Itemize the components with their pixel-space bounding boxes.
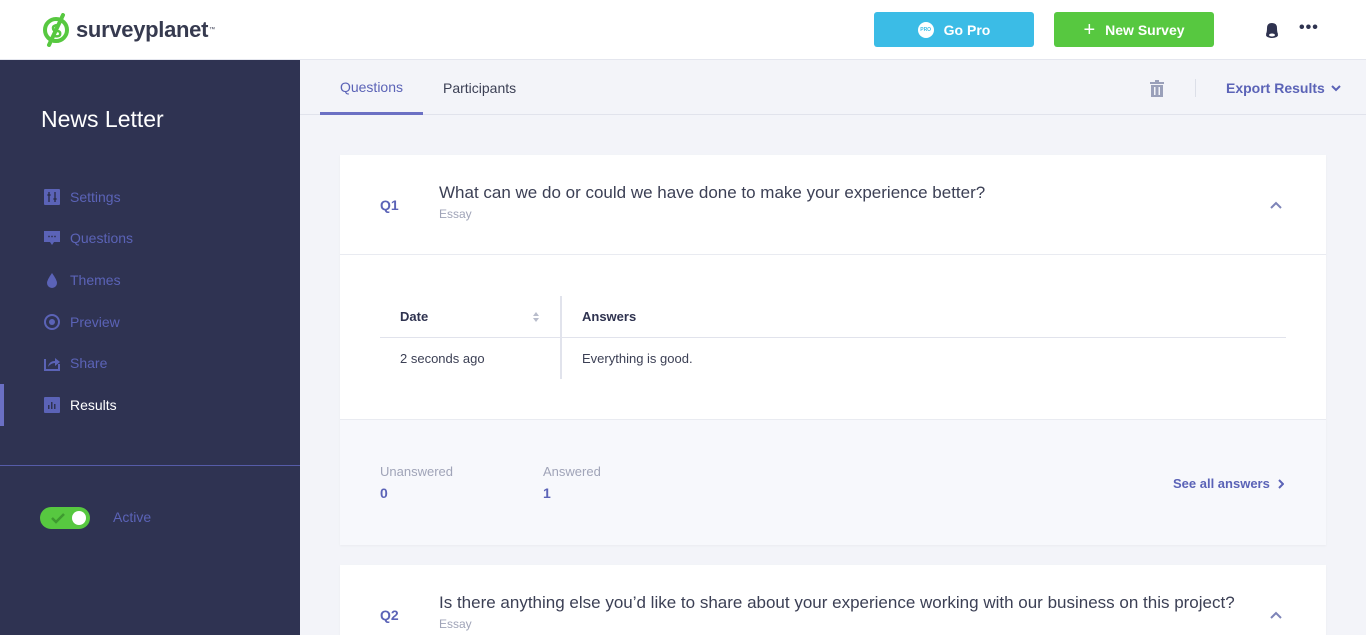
unanswered-label: Unanswered <box>380 464 453 479</box>
see-all-answers-link[interactable]: See all answers <box>1173 476 1284 491</box>
status-label: Active <box>113 509 152 525</box>
chat-icon <box>44 231 60 246</box>
active-toggle[interactable] <box>40 507 90 529</box>
sliders-icon <box>44 188 60 205</box>
unanswered-stat: Unanswered 0 <box>380 464 453 501</box>
sidebar: News Letter Settings Questions Themes Pr… <box>0 60 300 635</box>
sidebar-item-label: Themes <box>70 271 121 288</box>
question-card: Q2 Is there anything else you’d like to … <box>340 565 1326 635</box>
sidebar-nav: Settings Questions Themes Preview Share … <box>0 176 300 426</box>
go-pro-button[interactable]: PRO Go Pro <box>874 12 1034 47</box>
answered-label: Answered <box>543 464 601 479</box>
sidebar-item-label: Preview <box>70 313 120 330</box>
trash-icon[interactable] <box>1149 80 1165 97</box>
export-results-label: Export Results <box>1226 80 1325 96</box>
chart-icon <box>44 396 60 413</box>
go-pro-label: Go Pro <box>943 21 991 38</box>
top-bar: surveyplanet ™ PRO Go Pro + New Survey •… <box>0 0 1366 60</box>
unanswered-count: 0 <box>380 485 388 501</box>
trademark: ™ <box>209 27 216 33</box>
notification-bell-icon[interactable] <box>1263 20 1281 40</box>
question-card: Q1 What can we do or could we have done … <box>340 155 1326 545</box>
answered-stat: Answered 1 <box>543 464 601 501</box>
sidebar-item-results[interactable]: Results <box>0 383 300 426</box>
eye-icon <box>44 313 60 330</box>
question-number: Q2 <box>380 607 399 623</box>
new-survey-button[interactable]: + New Survey <box>1054 12 1214 47</box>
pro-badge-icon: PRO <box>917 21 934 38</box>
export-results-dropdown[interactable]: Export Results <box>1226 80 1341 96</box>
column-header-date[interactable]: Date <box>380 296 562 337</box>
sidebar-item-label: Share <box>70 355 108 372</box>
question-header[interactable]: Q2 Is there anything else you’d like to … <box>340 565 1326 635</box>
question-text: What can we do or could we have done to … <box>439 183 986 202</box>
share-icon <box>44 358 60 372</box>
column-label: Date <box>400 309 429 324</box>
sidebar-item-label: Questions <box>70 230 134 247</box>
chevron-right-icon <box>1278 478 1284 489</box>
tab-participants[interactable]: Participants <box>443 61 516 115</box>
answer-text: Everything is good. <box>582 351 693 366</box>
chevron-down-icon <box>1331 84 1341 91</box>
chevron-up-icon[interactable] <box>1269 611 1283 620</box>
results-tabs: Questions Participants Export Results <box>300 61 1366 115</box>
logo-icon <box>43 13 69 47</box>
sidebar-item-preview[interactable]: Preview <box>0 301 300 343</box>
question-header[interactable]: Q1 What can we do or could we have done … <box>340 155 1326 255</box>
logo[interactable]: surveyplanet ™ <box>41 13 215 47</box>
column-label: Answers <box>582 309 637 324</box>
survey-title: News Letter <box>41 106 164 132</box>
check-icon <box>51 513 65 524</box>
toolbar-divider <box>1195 79 1196 97</box>
sort-icon[interactable] <box>532 311 540 323</box>
see-all-answers-label: See all answers <box>1173 476 1270 491</box>
new-survey-label: New Survey <box>1105 21 1185 38</box>
table-header: Date Answers <box>380 296 1286 338</box>
sidebar-divider <box>0 465 300 466</box>
answer-date: 2 seconds ago <box>380 338 562 379</box>
question-type: Essay <box>439 617 472 631</box>
question-number: Q1 <box>380 197 399 213</box>
logo-text: surveyplanet <box>76 17 209 42</box>
drop-icon <box>47 272 57 288</box>
chevron-up-icon[interactable] <box>1269 201 1283 210</box>
question-type: Essay <box>439 207 472 221</box>
table-row: 2 seconds ago Everything is good. <box>380 338 1286 379</box>
sidebar-item-share[interactable]: Share <box>0 342 300 384</box>
sidebar-item-themes[interactable]: Themes <box>0 259 300 301</box>
sidebar-item-questions[interactable]: Questions <box>0 218 300 260</box>
sidebar-item-label: Settings <box>70 188 121 205</box>
more-options-icon[interactable]: ••• <box>1299 19 1319 37</box>
answers-table: Date Answers 2 seconds ago Everything is… <box>380 296 1286 379</box>
toggle-knob <box>72 511 86 525</box>
question-stats: Unanswered 0 Answered 1 See all answers <box>340 419 1326 545</box>
answered-count: 1 <box>543 485 551 501</box>
sidebar-item-settings[interactable]: Settings <box>0 176 300 218</box>
tab-questions[interactable]: Questions <box>320 61 423 115</box>
sidebar-item-label: Results <box>70 396 117 413</box>
plus-icon: + <box>1083 18 1096 41</box>
question-text: Is there anything else you’d like to sha… <box>439 593 1235 612</box>
column-header-answers: Answers <box>562 296 1286 337</box>
